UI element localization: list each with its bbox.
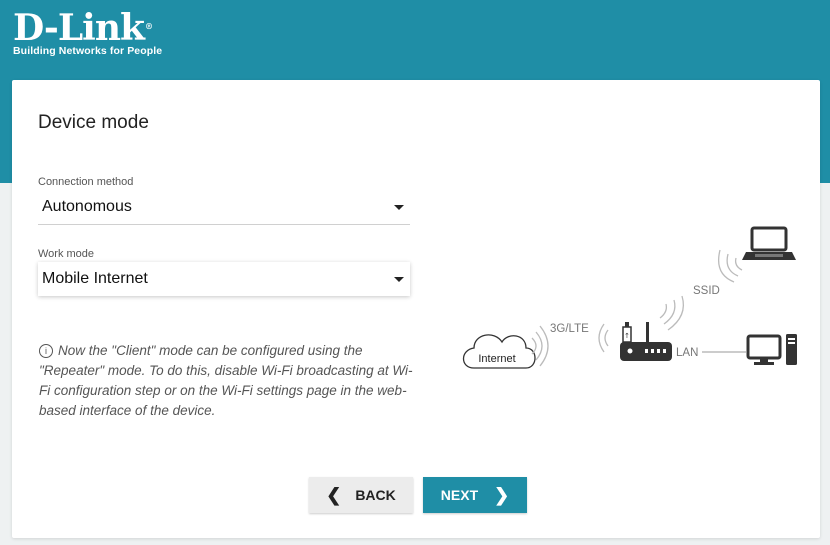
info-icon: i [39, 344, 53, 358]
info-note: i Now the "Client" mode can be configured… [39, 341, 419, 421]
router-icon: ↑ [620, 322, 672, 361]
connection-method-underline [38, 224, 410, 225]
desktop-computer-icon [746, 334, 797, 365]
back-button[interactable]: ❮ BACK [309, 477, 413, 513]
dlink-logo: D-Link® Building Networks for People [13, 10, 162, 57]
logo-tagline: Building Networks for People [13, 45, 163, 57]
logo-text: D-Link [13, 7, 145, 49]
ssid-label: SSID [693, 285, 720, 297]
work-mode-value: Mobile Internet [42, 270, 148, 287]
next-button[interactable]: NEXT ❯ [423, 477, 527, 513]
laptop-icon [742, 226, 796, 260]
registered-mark: ® [144, 21, 153, 31]
device-mode-card: Device mode Connection method Autonomous… [12, 80, 820, 538]
connection-method-select[interactable]: Autonomous [38, 190, 410, 224]
network-diagram: Internet 3G/LTE ↑ SSID LAN [462, 226, 797, 369]
mobile-label: 3G/LTE [550, 323, 589, 335]
chevron-down-icon [394, 205, 404, 210]
chevron-right-icon: ❯ [494, 484, 510, 505]
back-button-label: BACK [355, 487, 396, 503]
connection-method-value: Autonomous [42, 198, 132, 215]
wireless-waves-icon [717, 249, 743, 283]
internet-cloud-icon: Internet [462, 334, 536, 369]
next-button-label: NEXT [440, 487, 479, 503]
wireless-waves-icon [598, 323, 609, 353]
svg-text:↑: ↑ [624, 332, 630, 340]
connection-method-label: Connection method [38, 176, 134, 188]
info-note-text: Now the "Client" mode can be configured … [39, 343, 413, 418]
lan-label: LAN [676, 347, 698, 359]
chevron-left-icon: ❮ [326, 484, 342, 505]
page-title: Device mode [38, 112, 149, 133]
wireless-waves-icon [659, 295, 685, 331]
chevron-down-icon [394, 277, 404, 282]
work-mode-select[interactable]: Mobile Internet [38, 262, 410, 296]
internet-label: Internet [478, 353, 515, 365]
work-mode-label: Work mode [38, 248, 95, 260]
